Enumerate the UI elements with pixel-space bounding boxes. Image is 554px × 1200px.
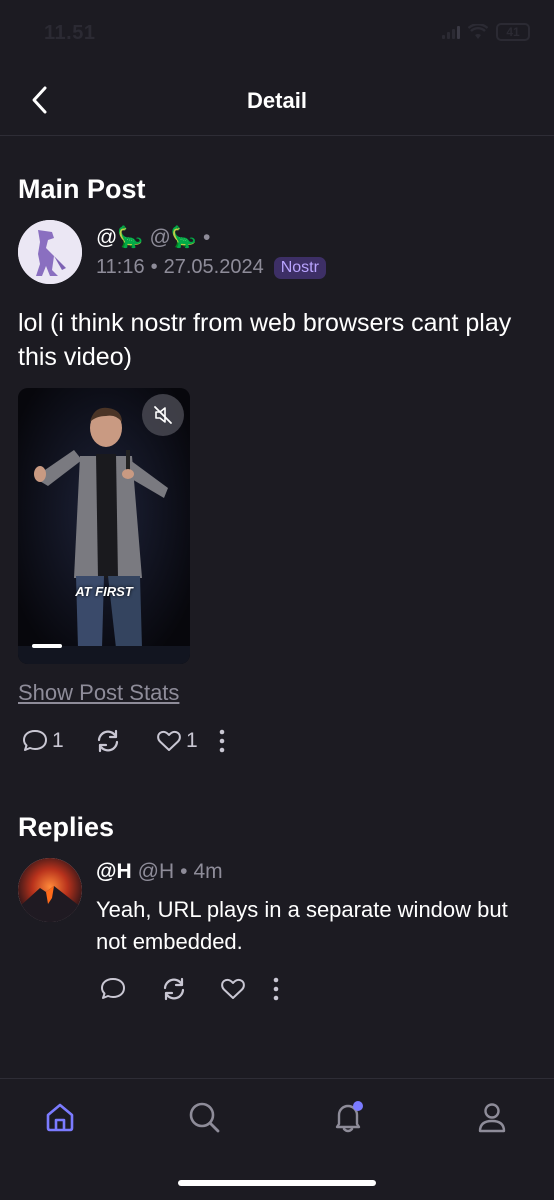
volcano-avatar-icon [18,858,82,922]
home-icon [46,1103,74,1132]
more-options-button[interactable] [218,728,248,754]
separator-dot: • [202,226,211,249]
muted-speaker-icon [154,406,172,424]
post-text: lol (i think nostr from web browsers can… [18,309,512,371]
wifi-icon [468,24,488,39]
heart-icon [157,730,181,751]
status-bar: 11.51 41 [0,0,554,62]
reply-avatar[interactable] [18,858,82,922]
video-progress-indicator [32,644,62,648]
more-vertical-icon [219,729,225,753]
bell-icon [335,1101,363,1133]
reply-like-button[interactable] [220,977,272,1001]
reply-author-handle[interactable]: @H [138,860,174,884]
repost-icon [97,729,119,753]
post-date: 27.05.2024 [163,256,264,278]
avatar[interactable] [18,220,82,284]
post-author-line: @🦕 @🦕 • [96,226,210,250]
post-time: 11:16 [96,256,145,278]
replies-title: Replies [18,812,115,842]
post-actions: 1 1 [22,728,248,754]
page-title: Detail [247,88,307,113]
repost-icon [163,977,185,1001]
show-post-stats-link[interactable]: Show Post Stats [18,680,179,706]
main-post-title: Main Post [18,174,146,204]
status-icons: 41 [442,23,530,41]
like-count: 1 [186,729,198,752]
comment-icon [101,978,125,999]
comment-count: 1 [52,729,64,752]
nav-notifications[interactable] [328,1097,368,1137]
reply-actions [100,976,292,1002]
post-meta-line: 11:16 • 27.05.2024 Nostr [96,256,326,279]
like-button[interactable]: 1 [156,729,218,753]
heart-icon [221,978,245,999]
battery-icon: 41 [496,23,530,41]
reply-author-line: @H @H • 4m [96,860,223,884]
mute-button[interactable] [142,394,184,436]
nav-home[interactable] [40,1097,80,1137]
dinosaur-avatar-icon [18,220,82,284]
reply-age: 4m [193,860,223,883]
home-indicator[interactable] [178,1180,376,1186]
client-badge: Nostr [273,256,326,279]
separator-dot: • [180,860,188,883]
reply-author-name[interactable]: @H [96,860,132,884]
reply-repost-button[interactable] [160,976,220,1002]
nav-search[interactable] [184,1097,224,1137]
status-time: 11.51 [44,22,96,44]
reply-more-options-button[interactable] [272,976,292,1002]
comment-icon [23,730,47,751]
separator-dot: • [150,256,158,278]
comment-button[interactable]: 1 [22,728,94,754]
post-author-handle[interactable]: @🦕 [149,226,196,250]
video-caption: AT FIRST [75,584,133,599]
person-icon [478,1103,506,1133]
more-vertical-icon [273,977,279,1001]
reply-comment-button[interactable] [100,976,160,1002]
search-icon [189,1102,220,1133]
post-author-name[interactable]: @🦕 [96,226,143,250]
video-player[interactable]: AT FIRST [18,388,190,664]
signal-icon [442,25,460,39]
reply-text: Yeah, URL plays in a separate window but… [96,897,508,954]
nav-profile[interactable] [472,1097,512,1137]
repost-button[interactable] [94,728,156,754]
header: Detail [0,62,554,136]
